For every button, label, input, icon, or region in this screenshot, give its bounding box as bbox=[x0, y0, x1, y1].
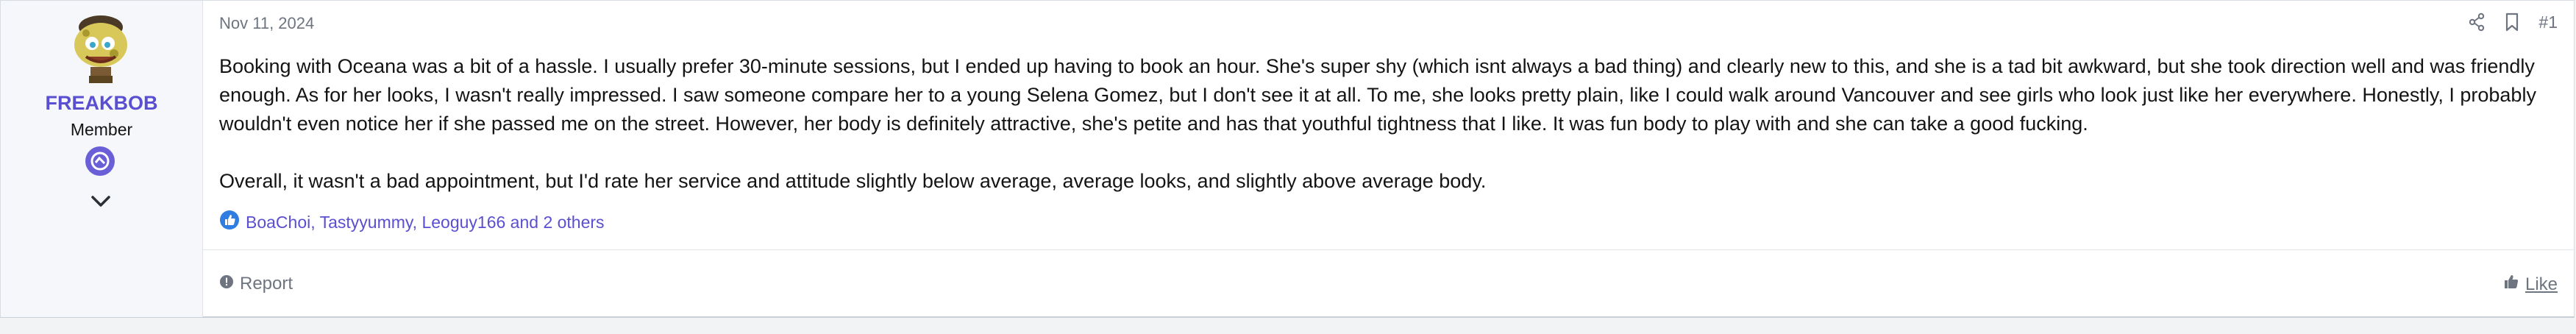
member-badge-icon[interactable] bbox=[85, 146, 115, 177]
thumbs-up-reaction-icon bbox=[219, 210, 240, 235]
reactions-bar[interactable]: BoaChoi, Tastyyummy, Leoguy166 and 2 oth… bbox=[219, 210, 605, 235]
post-date[interactable]: Nov 11, 2024 bbox=[219, 14, 314, 33]
post-paragraph: Booking with Oceana was a bit of a hassl… bbox=[219, 55, 2536, 135]
report-button[interactable]: Report bbox=[219, 274, 293, 294]
share-icon[interactable] bbox=[2468, 13, 2486, 32]
chevron-down-icon[interactable] bbox=[86, 191, 115, 213]
like-label: Like bbox=[2525, 274, 2558, 294]
alert-circle-icon bbox=[219, 274, 234, 294]
post-footer: Report Like bbox=[202, 249, 2574, 318]
avatar[interactable] bbox=[64, 11, 138, 85]
user-title: Member bbox=[70, 120, 133, 139]
username[interactable]: FREAKBOB bbox=[1, 92, 202, 115]
post-number[interactable]: #1 bbox=[2538, 13, 2558, 32]
user-info-panel: FREAKBOB Member bbox=[1, 1, 203, 317]
like-button[interactable]: Like bbox=[2503, 274, 2558, 295]
post-actions: #1 bbox=[2468, 11, 2558, 33]
forum-post: FREAKBOB Member Nov 11, 2024 #1 Booking … bbox=[0, 0, 2575, 318]
reactions-list[interactable]: BoaChoi, Tastyyummy, Leoguy166 and 2 oth… bbox=[246, 213, 605, 232]
thumbs-up-icon bbox=[2503, 274, 2519, 295]
report-label: Report bbox=[240, 274, 293, 294]
post-paragraph: Overall, it wasn't a bad appointment, bu… bbox=[219, 170, 1487, 192]
bookmark-icon[interactable] bbox=[2505, 13, 2519, 32]
post-body: Booking with Oceana was a bit of a hassl… bbox=[219, 52, 2558, 196]
